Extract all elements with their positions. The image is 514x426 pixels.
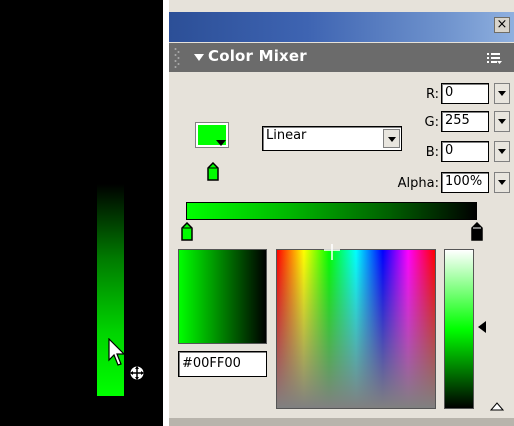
gradient-pointer-start[interactable] xyxy=(180,222,194,242)
crosshair-icon xyxy=(324,244,340,260)
hex-input[interactable]: #00FF00 xyxy=(178,351,267,377)
hex-value: #00FF00 xyxy=(182,356,241,371)
close-icon: × xyxy=(496,17,508,32)
options-menu-icon[interactable] xyxy=(486,51,502,65)
triangle-down-icon[interactable] xyxy=(194,54,204,62)
alpha-field[interactable]: 100% xyxy=(441,172,489,193)
close-button[interactable]: × xyxy=(494,17,510,33)
g-label: G: xyxy=(424,115,439,130)
arrow-cursor-icon xyxy=(108,338,126,366)
fill-pointer-icon xyxy=(207,162,219,181)
stage-canvas[interactable] xyxy=(0,0,163,426)
alpha-label: Alpha: xyxy=(397,176,439,191)
r-dropdown-button[interactable] xyxy=(494,83,510,104)
fill-type-value: Linear xyxy=(266,128,307,143)
r-field[interactable]: 0 xyxy=(441,83,489,104)
panel-footer xyxy=(169,418,514,426)
alpha-value: 100% xyxy=(445,174,483,189)
fill-type-select[interactable]: Linear xyxy=(262,126,402,151)
triangle-up-icon[interactable] xyxy=(490,401,504,411)
b-dropdown-button[interactable] xyxy=(494,141,510,162)
b-label: B: xyxy=(425,145,439,160)
r-label: R: xyxy=(425,87,439,102)
gradient-definition-bar[interactable] xyxy=(186,202,477,220)
swatch-dropdown-icon xyxy=(216,140,226,146)
color-spectrum-picker[interactable] xyxy=(276,249,436,409)
alpha-dropdown-button[interactable] xyxy=(494,172,510,193)
gradient-pointer-end[interactable] xyxy=(470,222,484,242)
panel-titlebar[interactable] xyxy=(169,12,514,42)
fill-type-dropdown-button[interactable] xyxy=(383,129,400,148)
b-field[interactable]: 0 xyxy=(441,141,489,162)
g-value: 255 xyxy=(445,113,470,128)
panel-title: Color Mixer xyxy=(208,47,307,65)
brightness-marker-icon[interactable] xyxy=(478,321,486,333)
r-value: 0 xyxy=(445,85,454,100)
b-value: 0 xyxy=(445,143,454,158)
move-icon xyxy=(129,365,145,381)
brightness-slider[interactable] xyxy=(444,249,474,409)
gripper-icon[interactable] xyxy=(174,47,180,69)
g-dropdown-button[interactable] xyxy=(494,111,510,132)
gradient-preview xyxy=(178,249,267,344)
g-field[interactable]: 255 xyxy=(441,111,489,132)
